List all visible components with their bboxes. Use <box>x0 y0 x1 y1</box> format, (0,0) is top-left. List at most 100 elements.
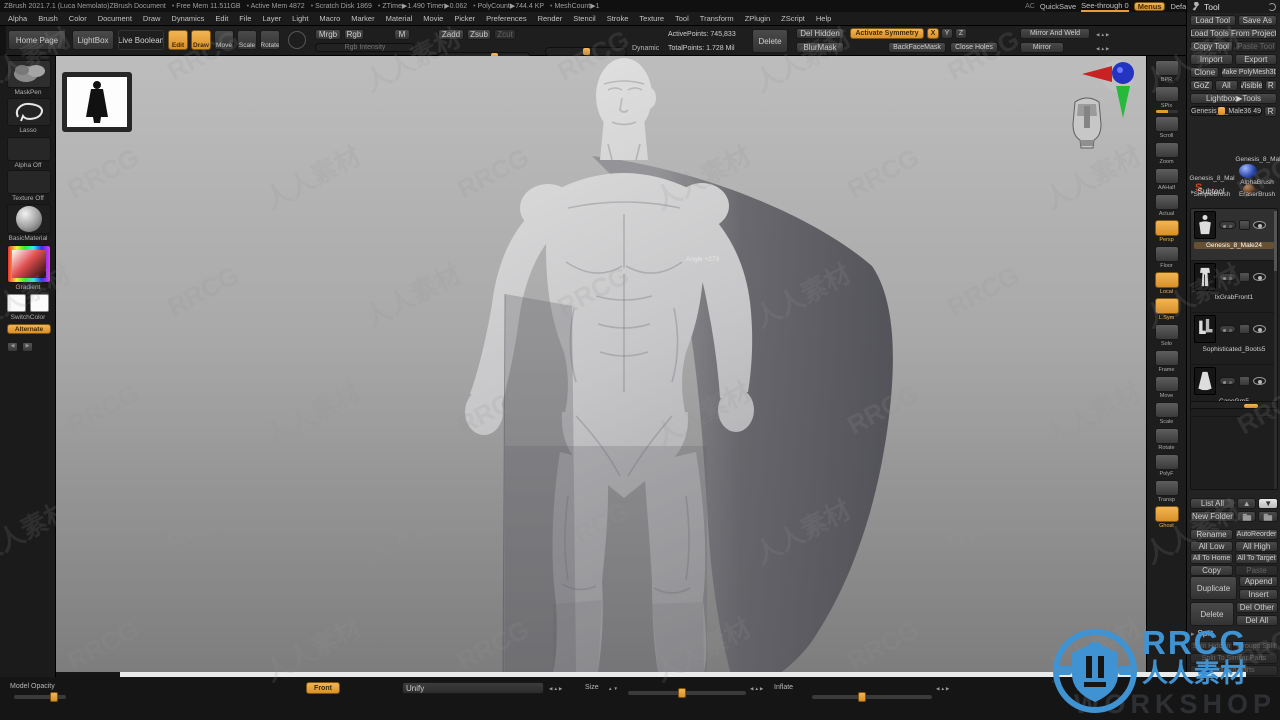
sculpt-toggle-icon[interactable] <box>1239 376 1250 386</box>
subtool-up-button[interactable]: ▲ <box>1236 498 1257 509</box>
axis-y-button[interactable]: Y <box>941 28 953 39</box>
split-section-header[interactable]: Split <box>1191 628 1214 639</box>
move-button[interactable]: Move <box>214 30 234 50</box>
zsub-button[interactable]: Zsub <box>467 29 491 40</box>
menu-layer[interactable]: Layer <box>262 14 281 23</box>
menu-color[interactable]: Color <box>69 14 87 23</box>
scale-button[interactable]: Scale <box>237 30 257 50</box>
inflate-nudge[interactable]: ◀▲▶ <box>936 686 950 692</box>
duplicate-button[interactable]: Duplicate <box>1190 576 1237 600</box>
zcut-button[interactable]: Zcut <box>494 29 516 40</box>
shelf-polyf-button[interactable]: PolyF <box>1152 454 1182 477</box>
shelf-bpr-button[interactable]: BPR <box>1152 60 1182 83</box>
delete-subtool-button[interactable]: Delete <box>1190 602 1234 626</box>
shelf-transp-button[interactable]: Transp <box>1152 480 1182 503</box>
blur-mask-button[interactable]: BlurMask <box>796 42 844 53</box>
mirror-and-weld-button[interactable]: Mirror And Weld <box>1020 28 1090 39</box>
menu-stencil[interactable]: Stencil <box>573 14 596 23</box>
menu-stroke[interactable]: Stroke <box>607 14 629 23</box>
all-high-button[interactable]: All High <box>1235 541 1278 552</box>
paint-toggle-icon[interactable] <box>1219 273 1236 281</box>
menu-tool[interactable]: Tool <box>675 14 689 23</box>
menu-render[interactable]: Render <box>538 14 563 23</box>
cape-front-legs[interactable] <box>505 446 707 672</box>
append-button[interactable]: Append <box>1239 576 1278 587</box>
edit-button[interactable]: Edit <box>168 30 188 50</box>
goz-r-button[interactable]: R <box>1264 80 1277 91</box>
list-all-button[interactable]: List All <box>1190 498 1235 509</box>
sculpt-toggle-icon[interactable] <box>1239 220 1250 230</box>
del-other-button[interactable]: Del Other <box>1235 602 1278 613</box>
insert-button[interactable]: Insert <box>1239 589 1278 600</box>
subtool-row[interactable]: Genesis_8_Male24 <box>1191 209 1277 261</box>
model-opacity-slider[interactable] <box>14 692 66 702</box>
draw-button[interactable]: Draw <box>191 30 211 50</box>
gizmo-z-axis[interactable] <box>1112 62 1134 84</box>
color-swatches[interactable] <box>7 294 49 312</box>
live-boolean-button[interactable]: Live Boolean <box>118 30 164 50</box>
sculpt-toggle-icon[interactable] <box>1239 272 1250 282</box>
zadd-button[interactable]: Zadd <box>438 29 464 40</box>
save-as-button[interactable]: Save As <box>1237 15 1277 26</box>
alternate-button[interactable]: Alternate <box>7 324 51 334</box>
maskpen-brush-icon[interactable] <box>7 60 51 88</box>
focal-shift-slider[interactable] <box>545 47 627 56</box>
unify-button[interactable]: Unify <box>402 682 544 694</box>
material-ball-icon[interactable] <box>7 204 51 234</box>
front-button[interactable]: Front <box>306 682 340 694</box>
menu-draw[interactable]: Draw <box>143 14 161 23</box>
reference-thumbnail[interactable] <box>62 72 132 132</box>
menu-dynamics[interactable]: Dynamics <box>171 14 204 23</box>
split-to-similar-button[interactable]: Split To Similar Parts <box>1190 653 1278 664</box>
shelf-zoom-button[interactable]: Zoom <box>1152 142 1182 165</box>
auto-reorder-button[interactable]: AutoReorder <box>1235 529 1278 540</box>
goz-all-button[interactable]: All <box>1214 80 1238 91</box>
export-button[interactable]: Export <box>1234 54 1277 65</box>
rename-button[interactable]: Rename <box>1190 529 1233 540</box>
shelf-frame-button[interactable]: Frame <box>1152 350 1182 373</box>
visibility-eye-icon[interactable] <box>1253 221 1266 229</box>
home-page-button[interactable]: Home Page <box>8 30 66 50</box>
paint-toggle-icon[interactable] <box>1219 221 1236 229</box>
mrgb-button[interactable]: Mrgb <box>315 29 341 40</box>
subtool-scrollbar[interactable] <box>1274 209 1277 489</box>
camview-head-icon[interactable] <box>1070 94 1104 150</box>
color-picker[interactable] <box>7 245 51 283</box>
visibility-eye-icon[interactable] <box>1253 273 1266 281</box>
menu-macro[interactable]: Macro <box>319 14 340 23</box>
menu-help[interactable]: Help <box>816 14 831 23</box>
gizmo-y-axis[interactable] <box>1116 86 1130 118</box>
history-redo-icon[interactable]: ▶ <box>22 342 33 352</box>
split-hidden-button[interactable]: Split Hidden <box>1190 641 1233 652</box>
goz-button[interactable]: GoZ <box>1190 80 1213 91</box>
subtool-row[interactable]: Sophisticated_Boots5 <box>1191 313 1277 365</box>
del-hidden-button[interactable]: Del Hidden <box>796 28 844 39</box>
paint-toggle-icon[interactable] <box>1219 377 1236 385</box>
axis-z-button[interactable]: Z <box>955 28 967 39</box>
see-through-slider[interactable]: See-through 0 <box>1081 1 1129 12</box>
activate-symmetry-button[interactable]: Activate Symmetry <box>850 28 924 39</box>
paint-toggle-icon[interactable] <box>1219 325 1236 333</box>
shelf-local-button[interactable]: Local <box>1152 272 1182 295</box>
shelf-ghost-button[interactable]: Ghost <box>1152 506 1182 529</box>
size-nudge2[interactable]: ◀▲▶ <box>750 686 764 692</box>
m-button[interactable]: M <box>394 29 410 40</box>
menu-texture[interactable]: Texture <box>639 14 664 23</box>
dynamic-label[interactable]: Dynamic <box>632 45 659 52</box>
copy-subtool-button[interactable]: Copy <box>1190 565 1233 576</box>
lightbox-tools-button[interactable]: Lightbox▶Tools <box>1190 93 1277 104</box>
all-to-target-button[interactable]: All To Target <box>1235 553 1278 564</box>
paste-subtool-button[interactable]: Paste <box>1235 565 1278 576</box>
menu-preferences[interactable]: Preferences <box>486 14 526 23</box>
mirror-nudge[interactable]: ◀▲▶ <box>1096 46 1110 52</box>
quicksave-button[interactable]: QuickSave <box>1040 2 1076 11</box>
size-slider[interactable] <box>628 688 746 698</box>
unify-nudge[interactable]: ◀▲▶ <box>549 686 563 692</box>
shelf-scale-button[interactable]: Scale <box>1152 402 1182 425</box>
menus-button[interactable]: Menus <box>1133 2 1166 11</box>
menu-brush[interactable]: Brush <box>38 14 58 23</box>
rotate-button[interactable]: Rotate <box>260 30 280 50</box>
make-polymesh3d-button[interactable]: Make PolyMesh3D <box>1221 67 1277 78</box>
alpha-brush-thumb[interactable] <box>1239 164 1257 178</box>
tool-name-slider[interactable]: Genesis_8_Male36 49 <box>1190 106 1263 116</box>
